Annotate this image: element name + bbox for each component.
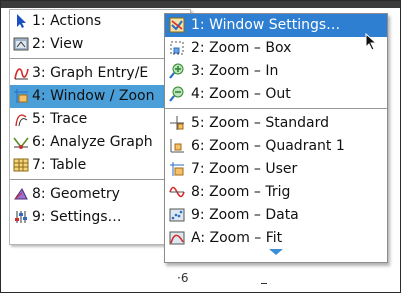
menu-item-settings[interactable]: 9: Settings… — [10, 206, 190, 229]
menu-item-label: 4: Window / Zoon — [32, 88, 155, 104]
analyze-graph-icon — [13, 134, 29, 150]
submenu-item-label: A: Zoom – Fit — [191, 230, 283, 246]
zoom-quadrant-icon — [169, 138, 185, 154]
menu-item-label: 2: View — [32, 36, 84, 52]
table-icon — [13, 157, 29, 173]
zoom-out-icon — [169, 86, 185, 102]
window-settings-icon — [169, 17, 185, 33]
graph-window: ·6 1: Actions 2: View 3: Graph Entry/E 4… — [0, 0, 401, 293]
zoom-trig-icon — [169, 184, 185, 200]
submenu-item-zoom-box[interactable]: 2: Zoom – Box — [165, 37, 387, 60]
menu-item-label: 8: Geometry — [32, 186, 120, 202]
menu-item-table[interactable]: 7: Table — [10, 154, 190, 177]
submenu-item-label: 8: Zoom – Trig — [191, 184, 291, 200]
submenu-item-zoom-user[interactable]: 7: Zoom – User — [165, 158, 387, 181]
title-bar — [1, 1, 400, 8]
submenu-item-zoom-out[interactable]: 4: Zoom – Out — [165, 83, 387, 106]
submenu-item-label: 9: Zoom – Data — [191, 207, 299, 223]
window-zoom-icon — [13, 88, 29, 104]
zoom-in-icon — [169, 63, 185, 79]
window-zoom-submenu: 1: Window Settings… 2: Zoom – Box 3: Zoo… — [164, 13, 388, 263]
zoom-standard-icon — [169, 115, 185, 131]
menu-item-label: 7: Table — [32, 157, 87, 173]
menu-item-graph-entry[interactable]: 3: Graph Entry/E — [10, 62, 190, 85]
submenu-item-label: 3: Zoom – In — [191, 63, 279, 79]
submenu-item-zoom-standard[interactable]: 5: Zoom – Standard — [165, 112, 387, 135]
submenu-item-window-settings[interactable]: 1: Window Settings… — [165, 14, 387, 37]
menu-item-label: 9: Settings… — [32, 209, 122, 225]
submenu-item-label: 1: Window Settings… — [191, 17, 341, 33]
submenu-item-zoom-data[interactable]: 9: Zoom – Data — [165, 204, 387, 227]
view-icon — [13, 36, 29, 52]
submenu-item-label: 6: Zoom – Quadrant 1 — [191, 138, 345, 154]
zoom-user-icon — [169, 161, 185, 177]
menu-item-label: 3: Graph Entry/E — [32, 65, 149, 81]
zoom-box-icon — [169, 40, 185, 56]
trace-icon — [13, 111, 29, 127]
menu-item-window-zoom[interactable]: 4: Window / Zoon — [10, 85, 190, 108]
settings-icon — [13, 209, 29, 225]
submenu-item-label: 2: Zoom – Box — [191, 40, 292, 56]
zoom-data-icon — [169, 207, 185, 223]
menu-separator — [10, 179, 190, 180]
zoom-fit-icon — [169, 230, 185, 246]
menu-item-label: 5: Trace — [32, 111, 88, 127]
menu-item-analyze-graph[interactable]: 6: Analyze Graph — [10, 131, 190, 154]
submenu-item-zoom-trig[interactable]: 8: Zoom – Trig — [165, 181, 387, 204]
submenu-separator — [165, 108, 387, 109]
submenu-item-zoom-in[interactable]: 3: Zoom – In — [165, 60, 387, 83]
menu-item-actions[interactable]: 1: Actions — [10, 10, 190, 33]
submenu-item-zoom-quadrant-1[interactable]: 6: Zoom – Quadrant 1 — [165, 135, 387, 158]
menu-item-label: 1: Actions — [32, 13, 102, 29]
menu-item-label: 6: Analyze Graph — [32, 134, 153, 150]
menu-item-trace[interactable]: 5: Trace — [10, 108, 190, 131]
menu-item-view[interactable]: 2: View — [10, 33, 190, 56]
menu-item-geometry[interactable]: 8: Geometry — [10, 183, 190, 206]
graph-entry-icon — [13, 65, 29, 81]
submenu-item-label: 5: Zoom – Standard — [191, 115, 330, 131]
submenu-item-label: 7: Zoom – User — [191, 161, 298, 177]
axis-line — [261, 283, 267, 284]
axis-tick-label: ·6 — [177, 271, 189, 285]
geometry-icon — [13, 186, 29, 202]
pointer-arrow-icon — [13, 13, 29, 29]
menu-separator — [10, 58, 190, 59]
scroll-down-arrow-icon[interactable] — [165, 246, 387, 258]
mouse-pointer-icon — [365, 32, 379, 51]
submenu-item-label: 4: Zoom – Out — [191, 86, 291, 102]
